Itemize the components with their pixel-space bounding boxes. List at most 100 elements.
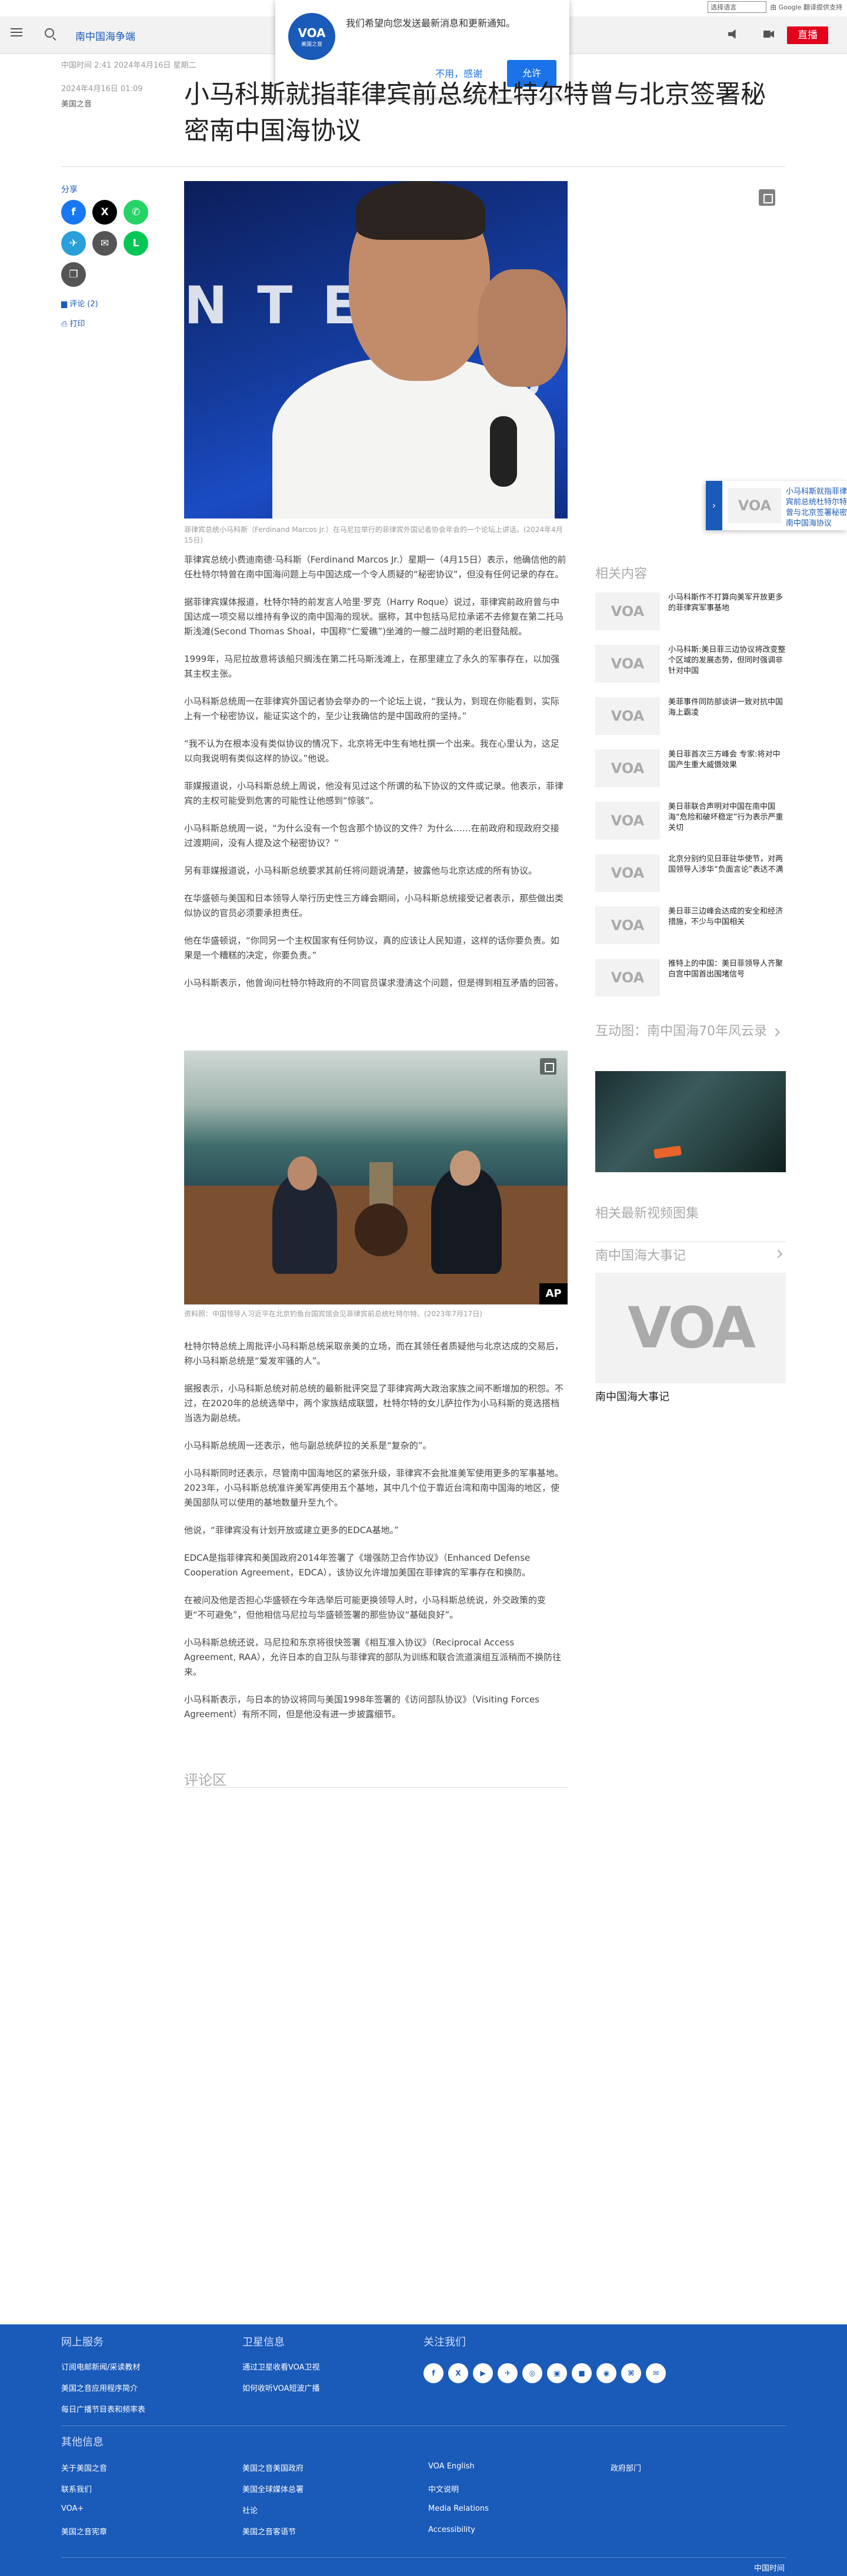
line-share-icon[interactable]: L [124,231,148,256]
article-paragraph: 小马科斯总统还说，马尼拉和东京将很快签署《相互准入协议》（Reciprocal … [184,1637,562,1677]
email-icon[interactable]: ✉ [646,2363,666,2383]
related-item-title[interactable]: 小马科斯作不打算向美军开放更多的菲律宾军事基地 [668,593,786,614]
podcast-icon[interactable]: ▣ [547,2363,567,2383]
copy-link-icon[interactable]: ❐ [61,262,86,287]
instagram-icon[interactable]: ◎ [522,2363,542,2383]
voa-thumbnail: VOA [595,750,660,787]
related-item-title[interactable]: 推特上的中国：美日菲领导人齐聚白宫中国首出围堵信号 [668,959,786,980]
article-paragraph: 小马科斯同时还表示，尽管南中国海地区的紧张升级，菲律宾不会批准美军使用更多的军事… [184,1468,564,1508]
app-icon[interactable]: ■ [572,2363,592,2383]
publish-time: 中国时间 2:41 2024年4月16日 星期二 [61,61,196,70]
voa-thumbnail: VOA [595,854,660,892]
print-icon: ⎙ [61,320,70,329]
footer-link[interactable]: 政府部门 [611,2462,641,2473]
events-card-title[interactable]: 南中国海大事记 [595,1389,786,1404]
language-select[interactable]: 选择语言 [708,1,767,13]
article-paragraph: 菲媒报道说，小马科斯总统上周说，他没有见过这个所谓的私下协议的文件或记录。他表示… [184,781,564,806]
telegram-share-icon[interactable]: ✈ [61,231,86,256]
whatsapp-share-icon[interactable]: ✆ [124,200,148,225]
voa-thumbnail: VOA [595,906,660,944]
footer-link[interactable]: 每日广播节目表和频率表 [61,2403,145,2414]
voa-thumbnail: VOA [595,959,660,996]
article-paragraph: 在华盛顿与美国和日本领导人举行历史性三方峰会期间，小马科斯总统接受记者表示，那些… [184,893,564,918]
article-paragraph: 小马科斯总统周一还表示，他与副总统萨拉的关系是“复杂的”。 [184,1440,432,1451]
article-body-a: 菲律宾总统小费迪南德·马科斯（Ferdinand Marcos Jr.）星期一（… [184,553,568,1003]
update-time: 2024年4月16日 01:09 [61,85,143,93]
events-heading[interactable]: 南中国海大事记 [595,1245,786,1264]
rss-icon[interactable]: ◉ [596,2363,616,2383]
x-share-icon[interactable]: X [92,200,117,225]
article-paragraph: 1999年，马尼拉故意将该船只搁浅在第二托马斯浅滩上，在那里建立了永久的军事存在… [184,654,560,679]
popup-message: 我们希望向您发送最新消息和更新通知。 [346,18,516,29]
print-link[interactable]: ⎙ 打印 [61,317,85,329]
related-item[interactable]: VOA 美日菲三边峰会达成的安全和经济措施，不少与中国相关 [595,906,786,949]
related-item-title[interactable]: 美日菲首次三方峰会 专家:将对中国产生重大威慑效果 [668,750,786,771]
youtube-icon[interactable]: ▶ [473,2363,493,2383]
comments-link[interactable]: ▆ 评论 (2) [61,297,98,309]
footer-link[interactable]: 美国之音宪章 [61,2525,107,2537]
related-item-title[interactable]: 美日菲三边峰会达成的安全和经济措施，不少与中国相关 [668,906,786,928]
related-item[interactable]: VOA 小马科斯作不打算向美军开放更多的菲律宾军事基地 [595,593,786,635]
related-item-title[interactable]: 美菲事件同防部谈讲一致对抗中国海上霸凌 [668,697,786,718]
related-item[interactable]: VOA 小马科斯:美日菲三边协议将改变整个区域的发展态势，但同时强调非针对中国 [595,645,786,687]
divider [184,1787,568,1788]
section-link[interactable]: 南中国海争端 [75,28,135,43]
footer-link[interactable]: 美国之音应用程序简介 [61,2382,138,2393]
related-item[interactable]: VOA 北京分别约见日菲驻华使节，对两国领导人涉华“负面言论”表达不满 [595,854,786,896]
footer-link[interactable]: Accessibility [428,2525,475,2534]
footer-link[interactable]: 通过卫星收看VOA卫视 [242,2361,320,2372]
footer-link[interactable]: 美国之音客语节 [242,2525,296,2537]
article-source: 美国之音 [61,100,92,109]
search-icon[interactable] [45,28,54,38]
footer-link[interactable]: Media Relations [428,2504,489,2513]
related-item-title[interactable]: 小马科斯:美日菲三边协议将改变整个区域的发展态势，但同时强调非针对中国 [668,645,786,677]
comments-heading: 评论区 [184,1772,226,1788]
sticky-title[interactable]: 小马科斯就指菲律宾前总统杜特尔特曾与北京签署秘密南中国海协议 [786,487,847,529]
article-paragraph: 他说，“菲律宾没有计划开放或建立更多的EDCA基地。” [184,1525,399,1535]
chevron-right-icon [773,1249,783,1259]
footer-link[interactable]: 订阅电邮新闻/采读教材 [61,2361,140,2372]
related-item[interactable]: VOA 美日菲联合声明对中国在南中国海“危险和破坏稳定”行为表示严重关切 [595,802,786,844]
related-item-title[interactable]: 美日菲联合声明对中国在南中国海“危险和破坏稳定”行为表示严重关切 [668,802,786,834]
footer-satellite-heading: 卫星信息 [242,2336,285,2348]
footer-lang[interactable]: 中国时间 [754,2562,785,2573]
events-thumbnail[interactable]: VOA [595,1273,786,1383]
telegram-icon[interactable]: ✈ [498,2363,518,2383]
footer-link[interactable]: 如何收听VOA短波广播 [242,2382,320,2393]
article-paragraph: “我不认为在根本没有类似协议的情况下，北京将无中生有地杜撰一个出来。我在心里认为… [184,738,559,764]
email-share-icon[interactable]: ✉ [92,231,117,256]
dial-icon[interactable]: ⌘ [621,2363,641,2383]
interactive-image[interactable] [595,1071,786,1172]
arrow-right-icon[interactable]: › [706,481,722,530]
footer-link[interactable]: VOA+ [61,2504,84,2513]
related-item-title[interactable]: 北京分别约见日菲驻华使节，对两国领导人涉华“负面言论”表达不满 [668,854,786,875]
sticky-next-article[interactable]: › VOA 小马科斯就指菲律宾前总统杜特尔特曾与北京签署秘密南中国海协议 [706,481,847,530]
x-icon[interactable]: X [448,2363,468,2383]
footer-link[interactable]: 联系我们 [61,2483,92,2494]
footer-link[interactable]: 美国之音美国政府 [242,2462,304,2473]
audio-icon[interactable] [728,29,736,39]
related-item[interactable]: VOA 推特上的中国：美日菲领导人齐聚白宫中国首出围堵信号 [595,959,786,1001]
footer-link[interactable]: 美国全球媒体总署 [242,2483,304,2494]
footer-link[interactable]: VOA English [428,2462,475,2471]
article-paragraph: 据菲律宾媒体报道，杜特尔特的前发言人哈里·罗克（Harry Roque）说过，菲… [184,597,564,637]
comment-icon: ▆ [61,300,70,309]
voa-logo: VOA 美国之音 [288,13,335,60]
related-item[interactable]: VOA 美菲事件同防部谈讲一致对抗中国海上霸凌 [595,697,786,740]
menu-icon[interactable] [11,28,22,36]
video-icon[interactable] [763,31,774,38]
related-item[interactable]: VOA 美日菲首次三方峰会 专家:将对中国产生重大威慑效果 [595,750,786,792]
translate-bar: 选择语言 由 Google 翻译提供支持 [688,0,847,14]
article-paragraph: 小马科斯表示，他曾询问杜特尔特政府的不同官员谋求澄清这个问题，但是得到相互矛盾的… [184,978,564,988]
footer-link[interactable]: 关于美国之音 [61,2462,107,2473]
facebook-share-icon[interactable]: f [61,200,86,225]
footer-follow-heading: 关注我们 [424,2336,466,2348]
interactive-heading[interactable]: 互动图：南中国海70年风云录 [595,1023,786,1041]
fullscreen-icon[interactable] [540,1058,556,1075]
live-button[interactable]: 直播 [787,26,828,44]
fullscreen-icon[interactable] [759,189,775,206]
meeting-image: AP [184,1051,568,1304]
footer-link[interactable]: 中文说明 [428,2483,459,2494]
facebook-icon[interactable]: f [424,2363,443,2383]
footer-link[interactable]: 社论 [242,2504,258,2515]
